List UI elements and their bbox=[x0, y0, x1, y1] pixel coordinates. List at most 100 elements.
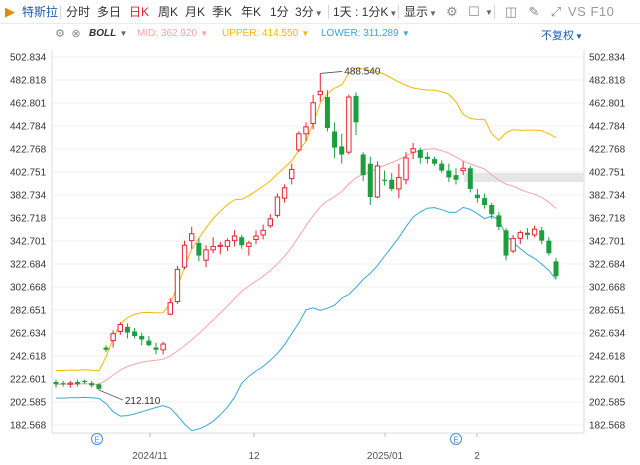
candle bbox=[89, 380, 95, 388]
chevron-down-icon: ▼ bbox=[117, 29, 128, 38]
candle bbox=[153, 342, 159, 355]
period-tab-1min[interactable]: 1分 bbox=[270, 4, 289, 20]
edit-icon[interactable]: ✎ bbox=[526, 4, 542, 20]
candle-body bbox=[396, 176, 402, 190]
y-tick-label-left: 262.634 bbox=[10, 329, 47, 340]
y-tick-label-right: 222.601 bbox=[589, 375, 626, 386]
candle-body bbox=[89, 383, 95, 386]
indicator-settings-icon[interactable]: ⚙ bbox=[52, 26, 68, 42]
camera-icon[interactable]: ◫ bbox=[503, 4, 519, 20]
range-select[interactable]: 1天 : 1分K▼ bbox=[333, 4, 397, 20]
checkbox-icon[interactable]: ☐ bbox=[466, 4, 482, 20]
toolbar-divider bbox=[494, 5, 495, 19]
period-tab-multiday[interactable]: 多日 bbox=[97, 4, 121, 20]
settings-icon[interactable]: ⚙ bbox=[444, 4, 460, 20]
candle bbox=[539, 226, 545, 245]
candle-body bbox=[453, 175, 459, 180]
candle bbox=[389, 172, 395, 192]
candle bbox=[396, 163, 402, 199]
y-tick-label-left: 242.618 bbox=[10, 352, 47, 363]
candle-body bbox=[439, 163, 445, 171]
candle-body bbox=[246, 242, 252, 247]
expand-icon[interactable]: ⤢ bbox=[548, 4, 564, 20]
toolbar-divider bbox=[328, 5, 329, 19]
candle bbox=[353, 92, 359, 135]
candle-body bbox=[253, 235, 259, 241]
candle-body bbox=[310, 102, 316, 124]
adjust-select[interactable]: 不复权▼ bbox=[541, 27, 583, 43]
upper-value: UPPER: 414.550 ▼ bbox=[222, 28, 309, 39]
period-tab-timeshare[interactable]: 分时 bbox=[66, 4, 90, 20]
candle bbox=[189, 226, 195, 249]
y-tick-label-left: 422.768 bbox=[10, 145, 47, 156]
candle-body bbox=[360, 154, 366, 176]
close-circle-icon[interactable]: ⊗ bbox=[68, 26, 84, 42]
y-tick-label-right: 402.751 bbox=[589, 168, 626, 179]
candle-body bbox=[103, 347, 109, 350]
candle-body bbox=[189, 233, 195, 242]
vs-button[interactable]: VS bbox=[568, 4, 586, 19]
y-tick-label-right: 462.801 bbox=[589, 99, 626, 110]
stock-name[interactable]: 特斯拉 bbox=[22, 4, 58, 20]
candle bbox=[482, 193, 488, 209]
mid-value: MID: 362.920 ▼ bbox=[137, 28, 208, 39]
period-tab-yearly-k[interactable]: 年K bbox=[241, 4, 261, 20]
event-marker-label: E bbox=[453, 436, 458, 445]
x-tick-label: 2024/11 bbox=[132, 451, 168, 462]
candle-body bbox=[553, 261, 559, 277]
candle bbox=[217, 241, 223, 255]
indicator-name[interactable]: BOLL ▼ bbox=[89, 28, 127, 39]
candlestick-chart[interactable]: 502.834 482.818 462.801 442.784 422.768 402.7… bbox=[0, 44, 640, 465]
candle-body bbox=[410, 148, 416, 153]
upper-label: UPPER: bbox=[222, 28, 260, 39]
vs-f10-group[interactable]: VS F10 bbox=[568, 4, 614, 19]
chevron-down-icon[interactable]: ▼ bbox=[299, 29, 309, 38]
period-tab-quarterly-k[interactable]: 季K bbox=[212, 4, 232, 20]
chevron-down-icon[interactable]: ▼ bbox=[485, 8, 493, 17]
event-marker-label: E bbox=[94, 436, 99, 445]
candle-body bbox=[60, 383, 66, 385]
candle bbox=[367, 156, 373, 206]
candle bbox=[210, 237, 216, 254]
candle-body bbox=[231, 235, 238, 242]
period-tab-3min[interactable]: 3分▼ bbox=[295, 4, 323, 20]
lower-number: 311.289 bbox=[363, 28, 399, 39]
candle bbox=[439, 160, 445, 173]
y-tick-label-left: 182.568 bbox=[10, 421, 47, 432]
candle-body bbox=[403, 157, 409, 181]
candle bbox=[332, 122, 338, 158]
f10-button[interactable]: F10 bbox=[590, 4, 614, 19]
candle bbox=[546, 237, 552, 256]
candle bbox=[174, 265, 181, 304]
y-tick-label-left: 282.651 bbox=[10, 306, 47, 317]
candle-body bbox=[74, 381, 80, 385]
candle-body bbox=[217, 244, 223, 247]
period-tab-monthly-k[interactable]: 月K bbox=[185, 4, 205, 20]
candle-body bbox=[167, 302, 173, 315]
candle-body bbox=[503, 230, 509, 256]
candle bbox=[310, 94, 316, 130]
display-menu[interactable]: 显示▼ bbox=[404, 4, 437, 20]
chevron-down-icon[interactable]: ▼ bbox=[400, 29, 410, 38]
candle bbox=[124, 323, 130, 339]
y-tick-label-right: 422.768 bbox=[589, 145, 626, 156]
candle bbox=[453, 168, 459, 185]
candle bbox=[374, 161, 381, 199]
candle-body bbox=[160, 343, 166, 351]
candle bbox=[53, 379, 59, 388]
max-price-label: 488.540 bbox=[344, 66, 381, 77]
candle bbox=[60, 380, 66, 387]
y-tick-label-right: 382.734 bbox=[589, 191, 626, 202]
candle-body bbox=[96, 384, 102, 389]
y-tick-label-right: 442.784 bbox=[589, 122, 626, 133]
candle bbox=[467, 165, 473, 193]
period-tab-daily-k[interactable]: 日K bbox=[129, 4, 149, 20]
period-tab-weekly-k[interactable]: 周K bbox=[158, 4, 178, 20]
chevron-down-icon[interactable]: ▼ bbox=[198, 29, 208, 38]
candle-body bbox=[446, 170, 452, 178]
y-tick-label-left: 482.818 bbox=[10, 76, 47, 87]
candle-body bbox=[382, 179, 388, 181]
candle-body bbox=[432, 159, 438, 164]
candle-body bbox=[353, 95, 359, 123]
boll-mid-line bbox=[56, 148, 557, 386]
